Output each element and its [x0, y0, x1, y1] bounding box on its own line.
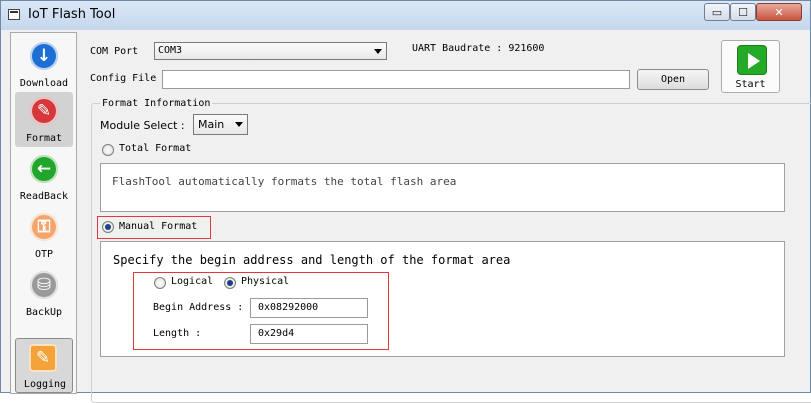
app-window: IoT Flash Tool ▭ ☐ ✕ ↓ Download ✎ Format… [0, 0, 811, 403]
module-select[interactable]: Main [193, 114, 248, 135]
sidebar-item-label: ReadBack [19, 191, 69, 202]
com-port-value: COM3 [158, 45, 183, 56]
begin-address-field[interactable]: 0x08292000 [250, 298, 368, 318]
logging-icon: ✎ [29, 344, 57, 372]
module-select-label: Module Select : [100, 119, 185, 132]
readback-icon: ← [30, 155, 58, 183]
config-file-label: Config File [90, 73, 157, 84]
uart-baudrate-label: UART Baudrate : 921600 [412, 43, 545, 54]
sidebar-item-readback[interactable]: ← ReadBack [15, 150, 73, 205]
minimize-icon: ▭ [711, 5, 723, 19]
format-information-title: Format Information [100, 98, 213, 109]
play-icon [737, 45, 767, 75]
logical-radio[interactable] [154, 277, 166, 289]
manual-format-label: Manual Format [119, 221, 198, 232]
total-format-description: FlashTool automatically formats the tota… [112, 175, 457, 188]
sidebar-item-label: BackUp [25, 307, 63, 318]
maximize-button[interactable]: ☐ [730, 3, 756, 21]
logical-label: Logical [171, 276, 214, 287]
config-file-input[interactable] [162, 70, 630, 89]
sidebar: ↓ Download ✎ Format ← ReadBack ⚿ OTP ⛁ B… [10, 32, 77, 394]
app-icon [8, 9, 20, 20]
total-format-description-box: FlashTool automatically formats the tota… [100, 163, 785, 212]
sidebar-item-download[interactable]: ↓ Download [15, 37, 73, 92]
sidebar-item-logging[interactable]: ✎ Logging [15, 338, 73, 393]
module-select-value: Main [198, 118, 225, 131]
length-field[interactable]: 0x29d4 [250, 324, 368, 344]
format-icon: ✎ [30, 97, 58, 125]
open-button[interactable]: Open [637, 69, 709, 90]
manual-format-description: Specify the begin address and length of … [113, 253, 511, 267]
window-title: IoT Flash Tool [28, 7, 116, 22]
otp-icon: ⚿ [30, 213, 58, 241]
physical-label: Physical [241, 276, 290, 287]
length-label: Length : [153, 328, 202, 339]
com-port-label: COM Port [90, 46, 139, 57]
chevron-down-icon [235, 122, 243, 127]
close-icon: ✕ [774, 5, 784, 19]
total-format-label: Total Format [119, 143, 192, 154]
start-button[interactable]: Start [721, 40, 780, 93]
maximize-icon: ☐ [738, 5, 748, 19]
total-format-radio[interactable] [102, 144, 114, 156]
manual-format-radio[interactable] [102, 221, 114, 233]
com-port-select[interactable]: COM3 [154, 42, 387, 60]
start-label: Start [735, 79, 766, 90]
begin-address-label: Begin Address : [153, 302, 244, 313]
chevron-down-icon [374, 49, 382, 54]
sidebar-item-label: OTP [34, 249, 54, 260]
sidebar-item-backup[interactable]: ⛁ BackUp [15, 266, 73, 321]
backup-icon: ⛁ [30, 271, 58, 299]
minimize-button[interactable]: ▭ [704, 3, 730, 21]
physical-radio[interactable] [224, 277, 236, 289]
sidebar-item-otp[interactable]: ⚿ OTP [15, 208, 73, 263]
title-bar[interactable]: IoT Flash Tool ▭ ☐ ✕ [1, 1, 810, 30]
sidebar-item-label: Logging [23, 379, 67, 390]
close-button[interactable]: ✕ [756, 3, 802, 21]
sidebar-item-format[interactable]: ✎ Format [15, 92, 73, 147]
sidebar-item-label: Format [25, 133, 63, 144]
download-icon: ↓ [30, 42, 58, 70]
sidebar-item-label: Download [19, 78, 69, 89]
